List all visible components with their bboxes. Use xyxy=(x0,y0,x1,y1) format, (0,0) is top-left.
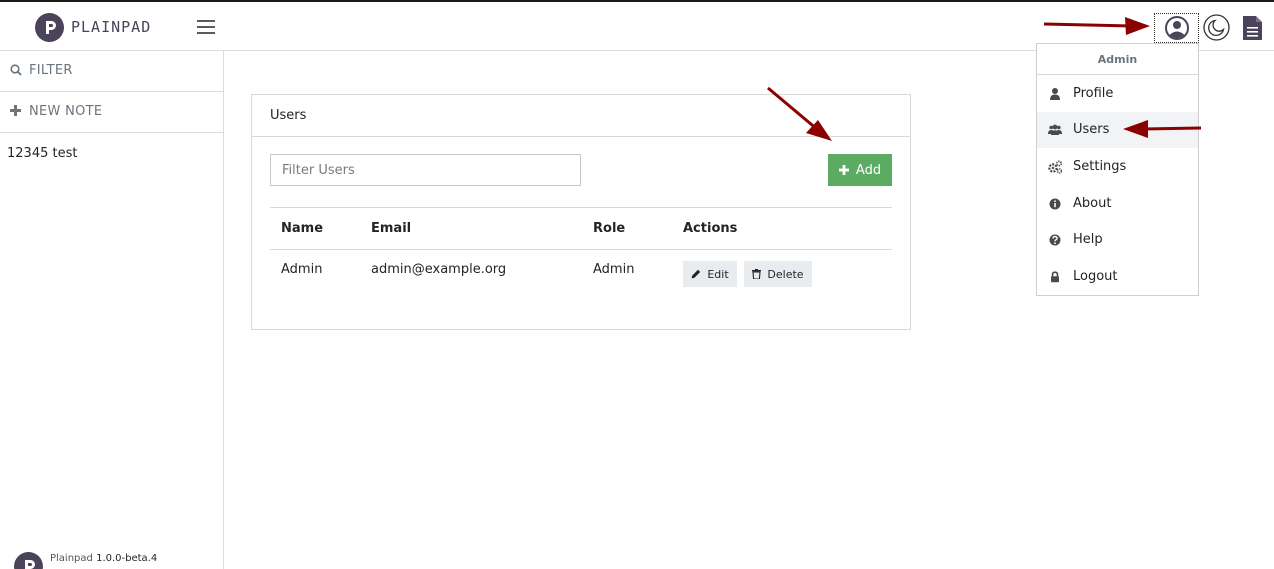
user-icon xyxy=(1050,88,1060,100)
menu-item-label: About xyxy=(1073,196,1112,211)
table-divider xyxy=(270,249,892,250)
column-header-role: Role xyxy=(593,221,626,236)
sidebar-filter[interactable]: FILTER xyxy=(0,51,223,92)
footer-version: Plainpad 1.0.0-beta.4 xyxy=(50,553,157,564)
app-brand[interactable]: PLAINPAD xyxy=(71,18,151,36)
menu-item-label: Settings xyxy=(1073,159,1127,174)
users-icon xyxy=(1048,124,1062,135)
user-menu-header: Admin xyxy=(1037,44,1198,75)
note-list-item[interactable]: 12345 test xyxy=(7,146,77,161)
plainpad-footer-logo-icon xyxy=(14,552,43,569)
edit-user-button[interactable]: Edit xyxy=(683,261,737,287)
add-user-button[interactable]: Add xyxy=(828,154,892,186)
delete-user-button[interactable]: Delete xyxy=(744,261,812,287)
footer-version-number: 1.0.0-beta.4 xyxy=(96,553,158,564)
sidebar: FILTER NEW NOTE 12345 test Plainpad 1.0.… xyxy=(0,51,224,569)
user-menu-button[interactable] xyxy=(1154,13,1199,43)
user-role-cell: Admin xyxy=(593,262,635,277)
table-divider xyxy=(270,207,892,208)
document-icon xyxy=(1243,16,1262,40)
sidebar-filter-label: FILTER xyxy=(29,63,73,78)
cogs-icon xyxy=(1048,160,1062,174)
pencil-icon xyxy=(691,269,701,279)
question-circle-icon xyxy=(1049,234,1061,246)
menu-item-about[interactable]: About xyxy=(1037,186,1198,222)
search-icon xyxy=(10,64,22,76)
plus-icon xyxy=(838,165,849,175)
menu-item-users[interactable]: Users xyxy=(1037,112,1198,148)
plus-icon xyxy=(10,105,21,116)
trash-icon xyxy=(752,269,762,279)
user-name-cell: Admin xyxy=(281,262,323,277)
hamburger-menu-icon[interactable] xyxy=(197,20,215,35)
column-header-name: Name xyxy=(281,221,324,236)
menu-item-label: Logout xyxy=(1073,269,1118,284)
menu-item-help[interactable]: Help xyxy=(1037,222,1198,258)
users-card: Users Add Name Email Role Actions Admin … xyxy=(251,94,911,330)
plainpad-logo-icon[interactable] xyxy=(35,13,64,42)
users-card-header: Users xyxy=(252,95,910,137)
menu-item-logout[interactable]: Logout xyxy=(1037,259,1198,295)
menu-item-label: Help xyxy=(1073,232,1103,247)
user-dropdown-menu: Admin Profile Users Settings About Help … xyxy=(1036,43,1199,296)
edit-label: Edit xyxy=(707,267,729,281)
add-user-label: Add xyxy=(855,162,882,178)
new-note-label: NEW NOTE xyxy=(29,104,103,119)
filter-users-input[interactable] xyxy=(270,154,581,186)
lock-icon xyxy=(1051,271,1059,283)
menu-item-label: Profile xyxy=(1073,86,1114,101)
menu-item-settings[interactable]: Settings xyxy=(1037,149,1198,185)
delete-label: Delete xyxy=(767,267,804,281)
user-circle-icon xyxy=(1164,16,1189,40)
footer-app-name: Plainpad xyxy=(50,553,93,564)
new-note-button[interactable]: NEW NOTE xyxy=(0,92,223,133)
menu-item-profile[interactable]: Profile xyxy=(1037,76,1198,112)
moon-icon xyxy=(1203,14,1230,41)
docs-button[interactable] xyxy=(1242,15,1263,41)
theme-toggle-button[interactable] xyxy=(1203,14,1230,41)
users-card-title: Users xyxy=(270,108,307,123)
column-header-actions: Actions xyxy=(683,221,738,236)
user-email-cell: admin@example.org xyxy=(371,262,507,277)
info-circle-icon xyxy=(1049,198,1061,210)
column-header-email: Email xyxy=(371,221,412,236)
menu-item-label: Users xyxy=(1073,122,1110,137)
